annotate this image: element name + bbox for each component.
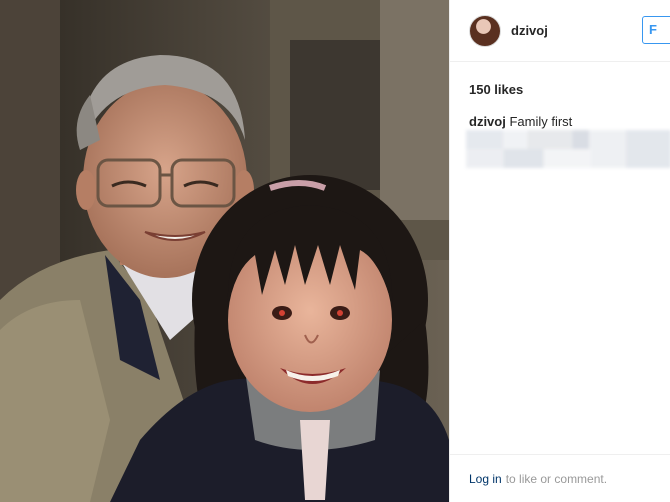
- caption: dzivoj Family first: [469, 114, 572, 129]
- instagram-post: dzivoj F 150 likes dzivoj Family first L…: [0, 0, 670, 502]
- profile-avatar[interactable]: [469, 14, 501, 47]
- login-link[interactable]: Log in: [469, 472, 502, 486]
- likes-count[interactable]: 150 likes: [469, 82, 523, 97]
- login-prompt-text: to like or comment.: [505, 471, 608, 486]
- post-footer: Log in to like or comment.: [450, 454, 670, 502]
- blurred-comment-area: [466, 130, 670, 168]
- post-side-panel: dzivoj F 150 likes dzivoj Family first L…: [449, 0, 670, 502]
- caption-text: Family first: [509, 114, 573, 129]
- post-photo[interactable]: [0, 0, 449, 502]
- post-header: dzivoj F: [450, 0, 670, 62]
- caption-username[interactable]: dzivoj: [469, 114, 506, 129]
- follow-button[interactable]: F: [642, 16, 670, 44]
- family-photo: [0, 0, 449, 502]
- post-username[interactable]: dzivoj: [511, 23, 548, 38]
